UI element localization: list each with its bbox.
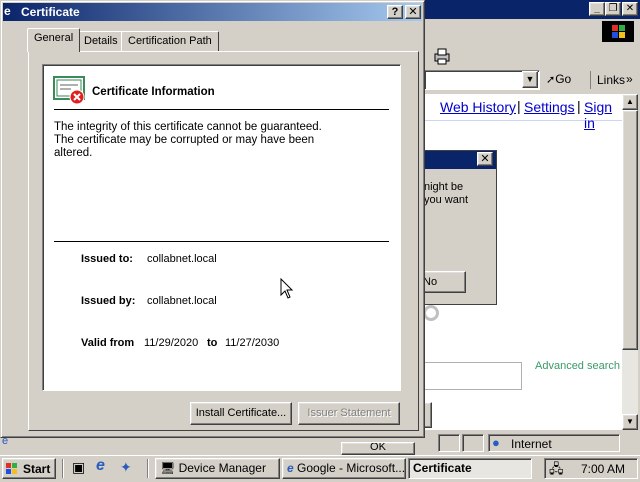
ie-icon: e <box>287 461 294 475</box>
advanced-search-link[interactable]: Advanced search <box>535 360 620 372</box>
clock: 7:00 AM <box>581 462 626 476</box>
zone-panel: ● Internet <box>488 434 620 452</box>
details-divider <box>54 241 389 242</box>
computer-icon: 🖥 <box>160 461 176 475</box>
install-certificate-button[interactable]: Install Certificate... <box>190 402 292 425</box>
start-button[interactable]: Start <box>2 458 56 479</box>
quicklaunch-desktop-icon[interactable]: ▣ <box>72 459 85 476</box>
valid-from-label: Valid from <box>81 337 135 349</box>
sign-in-link[interactable]: Sign in <box>584 99 622 131</box>
certificate-dialog: e Certificate ? ✕ General Details Certif… <box>0 0 425 438</box>
web-history-link[interactable]: Web History <box>440 99 516 115</box>
links-button[interactable]: Links <box>597 73 625 87</box>
scroll-down-button[interactable]: ▼ <box>622 414 638 430</box>
task-device-manager[interactable]: 🖥 Device Manager <box>155 458 280 479</box>
dialog-close-button[interactable]: ✕ <box>405 5 421 19</box>
tab-certification-path[interactable]: Certification Path <box>121 31 219 51</box>
alert-close-button[interactable]: ✕ <box>477 152 493 166</box>
minimize-button[interactable]: _ <box>589 2 605 16</box>
valid-to-label: to <box>207 337 218 349</box>
taskbar: Start ▣ e ✦ 🖥 Device Manager e Google - … <box>0 455 640 480</box>
tab-general[interactable]: General <box>27 28 81 52</box>
spinner-icon <box>423 305 439 321</box>
tab-details[interactable]: Details <box>77 31 125 51</box>
integrity-message-line1: The integrity of this certificate cannot… <box>54 121 322 133</box>
issued-by-value: collabnet.local <box>147 295 217 307</box>
globe-icon: ● <box>492 435 500 450</box>
print-icon[interactable] <box>432 47 452 65</box>
links-chevron-icon[interactable]: » <box>626 72 633 86</box>
quicklaunch-ie-icon[interactable]: e <box>96 457 105 475</box>
certificate-error-icon <box>53 76 85 105</box>
help-button[interactable]: ? <box>387 5 403 19</box>
alert-text-line1: night be <box>424 181 464 193</box>
system-tray: 🖧 7:00 AM <box>544 458 638 479</box>
windows-logo-icon <box>602 21 634 42</box>
go-button[interactable]: ➚Go <box>546 72 584 90</box>
task-certificate[interactable]: Certificate <box>408 458 532 479</box>
alert-no-button[interactable]: No <box>422 271 466 293</box>
settings-link[interactable]: Settings <box>524 99 575 115</box>
issuer-statement-button[interactable]: Issuer Statement <box>298 402 400 425</box>
certificate-titlebar: e Certificate ? ✕ <box>3 3 422 21</box>
ie-window-icon: e <box>4 4 11 18</box>
security-alert-dialog: ✕ night be you want No <box>422 150 497 305</box>
mouse-cursor-icon <box>280 278 294 299</box>
valid-to-value: 11/27/2030 <box>225 337 280 349</box>
scroll-up-button[interactable]: ▲ <box>622 94 638 110</box>
alert-text-line2: you want <box>424 194 469 206</box>
issued-to-value: collabnet.local <box>147 253 217 265</box>
quicklaunch-channels-icon[interactable]: ✦ <box>120 459 132 476</box>
ok-button[interactable]: OK <box>341 442 415 455</box>
vertical-scrollbar[interactable]: ▲ ▼ <box>622 94 638 430</box>
windows-flag-icon <box>6 463 18 475</box>
zone-label: Internet <box>511 437 552 451</box>
scroll-thumb[interactable] <box>622 110 638 350</box>
alert-titlebar: ✕ <box>424 151 496 169</box>
go-arrow-icon: ➚ <box>546 74 556 86</box>
close-button[interactable]: ✕ <box>622 2 638 16</box>
issued-by-label: Issued by: <box>81 295 136 307</box>
restore-button[interactable]: ❐ <box>605 2 621 16</box>
integrity-message-line2: The certificate may be corrupted or may … <box>54 134 315 146</box>
valid-from-value: 11/29/2020 <box>144 337 199 349</box>
network-tray-icon[interactable]: 🖧 <box>549 460 564 482</box>
integrity-message-line3: altered. <box>54 147 93 159</box>
task-google-ie[interactable]: e Google - Microsoft... <box>282 458 406 479</box>
issued-to-label: Issued to: <box>81 253 133 265</box>
heading-divider <box>54 109 389 110</box>
certificate-info-heading: Certificate Information <box>92 86 215 98</box>
start-label: Start <box>23 462 51 476</box>
search-box[interactable] <box>422 362 522 390</box>
address-dropdown-button[interactable]: ▼ <box>522 71 538 88</box>
dialog-title: Certificate <box>21 5 80 19</box>
